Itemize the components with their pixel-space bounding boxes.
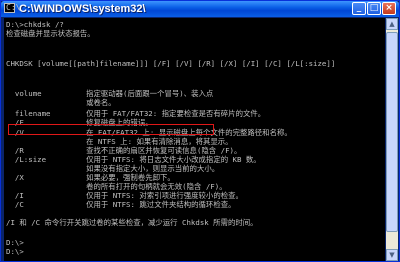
close-button[interactable]: × bbox=[382, 2, 396, 15]
console-line: /X 如果必要，强制卷先卸下。 bbox=[6, 173, 175, 182]
console-line: 检查磁盘并显示状态报告。 bbox=[6, 29, 95, 38]
console-line: volume 指定驱动器(后面跟一个冒号)、装入点 bbox=[6, 89, 214, 98]
scroll-thumb[interactable] bbox=[386, 32, 398, 232]
vertical-scrollbar[interactable]: ▲ ▼ bbox=[386, 18, 398, 261]
console-line: /R 查找不正确的扇区并恢复可读信息(隐含 /F)。 bbox=[6, 146, 242, 155]
console-output[interactable]: D:\>chkdsk /? 检查磁盘并显示状态报告。 CHKDSK [volum… bbox=[4, 18, 385, 261]
console-line: 或卷名。 bbox=[6, 98, 116, 107]
scroll-up-button[interactable]: ▲ bbox=[386, 18, 398, 30]
console-line: /I 和 /C 命令行开关跳过卷的某些检查，减少运行 Chkdsk 所需的时间。 bbox=[6, 218, 258, 227]
console-line: D:\> bbox=[6, 247, 24, 256]
console-line: 在 NTFS 上: 如果有清除消息，将其显示。 bbox=[6, 137, 233, 146]
scroll-down-button[interactable]: ▼ bbox=[386, 249, 398, 261]
maximize-button[interactable]: □ bbox=[367, 2, 381, 15]
cmd-icon: C:\ bbox=[4, 3, 21, 13]
console-line: /I 仅用于 NTFS: 对索引项进行强度较小的检查。 bbox=[6, 191, 243, 200]
console-line: CHKDSK [volume[[path]filename]]] [/F] [/… bbox=[6, 59, 336, 68]
console-line: /L:size 仅用于 NTFS: 将日志文件大小改成指定的 KB 数。 bbox=[6, 155, 261, 164]
minimize-button[interactable]: _ bbox=[352, 2, 366, 15]
console-window: C:\ C:\WINDOWS\system32\ _ □ × D:\>chkds… bbox=[0, 0, 400, 262]
title-bar[interactable]: C:\ C:\WINDOWS\system32\ _ □ × bbox=[1, 1, 399, 17]
window-title: C:\WINDOWS\system32\ bbox=[19, 3, 146, 15]
console-line: 卷的所有打开的句柄就会无效(隐含 /F)。 bbox=[6, 182, 227, 191]
highlight-box bbox=[8, 124, 214, 135]
console-line: 如果没有指定大小，则显示当前的大小。 bbox=[6, 164, 220, 173]
console-line: /C 仅用于 NTFS: 跳过文件夹结构的循环检查。 bbox=[6, 200, 236, 209]
console-line: D:\>chkdsk /? bbox=[6, 20, 64, 29]
console-line: D:\> bbox=[6, 238, 24, 247]
console-line: filename 仅用于 FAT/FAT32: 指定要检查是否有碎片的文件。 bbox=[6, 109, 266, 118]
